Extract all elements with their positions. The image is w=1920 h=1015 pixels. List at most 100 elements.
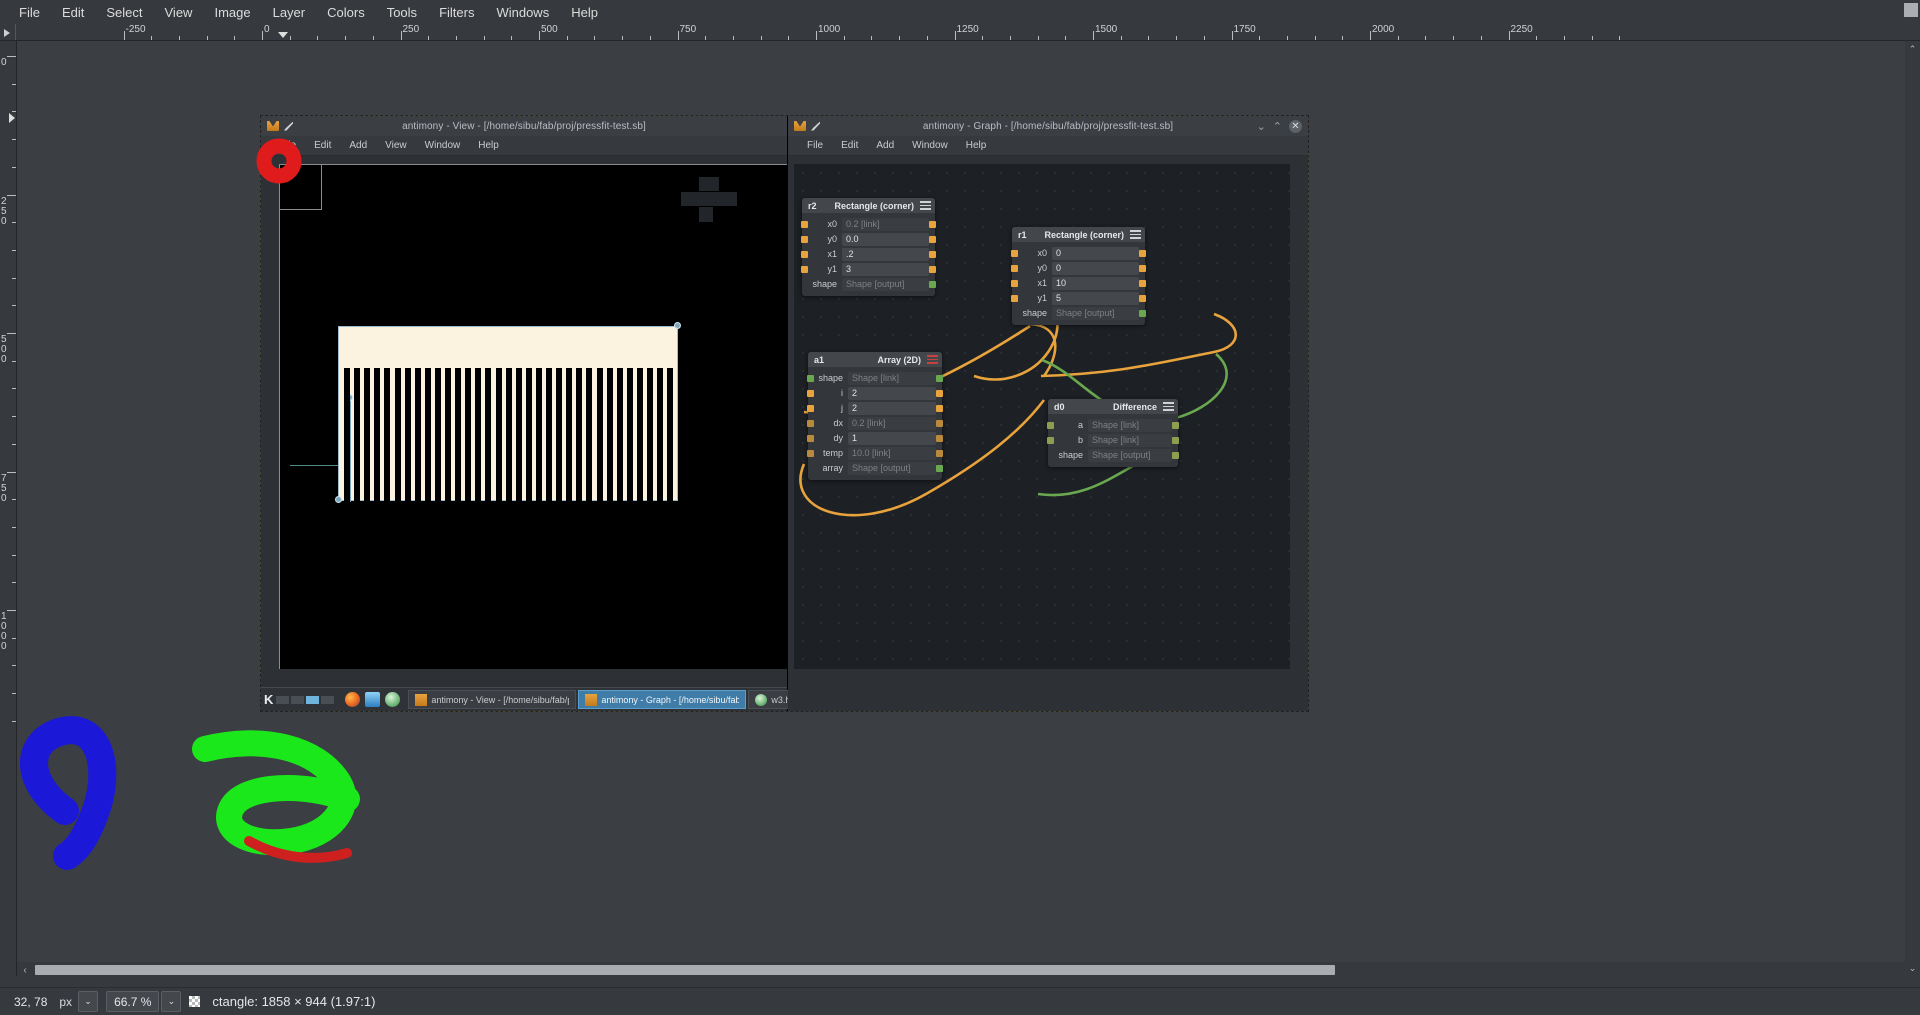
output-port-b[interactable] bbox=[1172, 436, 1179, 444]
node-row[interactable]: shape Shape [link] bbox=[807, 371, 943, 385]
node-row[interactable]: b Shape [link] bbox=[1047, 433, 1179, 447]
node-header-a1[interactable]: a1 Array (2D) bbox=[808, 352, 942, 367]
input-port-temp[interactable] bbox=[807, 449, 814, 457]
input-port-b[interactable] bbox=[1047, 436, 1054, 444]
node-header-r2[interactable]: r2 Rectangle (corner) bbox=[802, 198, 935, 213]
pager-cell-2[interactable] bbox=[291, 695, 305, 704]
node-row[interactable]: x1 10 bbox=[1011, 276, 1146, 290]
node-row[interactable]: shape Shape [output] bbox=[1048, 448, 1179, 462]
row-value-y0[interactable]: 0 bbox=[1052, 261, 1139, 275]
output-port-y0[interactable] bbox=[1139, 264, 1146, 272]
view-window-menu-view[interactable]: View bbox=[376, 138, 416, 153]
menu-view[interactable]: View bbox=[154, 2, 204, 23]
row-value-y1[interactable]: 3 bbox=[842, 262, 929, 276]
input-port-x1[interactable] bbox=[1011, 279, 1018, 287]
hscroll-thumb[interactable] bbox=[35, 965, 1335, 975]
node-row[interactable]: x0 0 bbox=[1011, 246, 1146, 260]
output-port-j[interactable] bbox=[936, 404, 943, 412]
node-header-r1[interactable]: r1 Rectangle (corner) bbox=[1012, 227, 1145, 242]
row-value-y0[interactable]: 0.0 bbox=[842, 232, 929, 246]
node-row[interactable]: y0 0.0 bbox=[801, 232, 936, 246]
taskbar-item-1[interactable]: antimony - Graph - [/home/sibu/fab/ bbox=[578, 690, 747, 709]
vertical-ruler[interactable]: 0 250 500 750 1000 bbox=[0, 41, 17, 976]
node-row[interactable]: y0 0 bbox=[1011, 261, 1146, 275]
node-a1[interactable]: a1 Array (2D) shape Shape [link] i 2 j 2 dx 0.2 [… bbox=[807, 352, 943, 480]
navigation-gizmo-icon[interactable] bbox=[681, 177, 737, 223]
output-port-shape[interactable] bbox=[936, 374, 943, 382]
graph-minimize-button[interactable]: ⌄ bbox=[1257, 120, 1266, 133]
node-row[interactable]: y1 3 bbox=[801, 262, 936, 276]
output-port-dy[interactable] bbox=[936, 434, 943, 442]
graph-window-menu-add[interactable]: Add bbox=[867, 138, 903, 153]
node-row[interactable]: y1 5 bbox=[1011, 291, 1146, 305]
node-r1[interactable]: r1 Rectangle (corner) x0 0 y0 0 x1 10 y1 5 shape Sh… bbox=[1011, 227, 1146, 325]
node-row[interactable]: j2 bbox=[807, 401, 943, 415]
output-port-x0[interactable] bbox=[1139, 249, 1146, 257]
row-value-x1[interactable]: 10 bbox=[1052, 276, 1139, 290]
gimp-canvas[interactable]: antimony - View - [/home/sibu/fab/proj/p… bbox=[17, 41, 1905, 976]
node-row[interactable]: array Shape [output] bbox=[808, 461, 943, 475]
node-r2[interactable]: r2 Rectangle (corner) x0 0.2 [link] y0 0.0 x1.… bbox=[801, 198, 936, 296]
graph-window-titlebar[interactable]: antimony - Graph - [/home/sibu/fab/proj/… bbox=[788, 116, 1308, 136]
taskbar-item-0[interactable]: antimony - View - [/home/sibu/fab/p bbox=[408, 690, 577, 709]
output-port-y0[interactable] bbox=[929, 235, 936, 243]
output-port-i[interactable] bbox=[936, 389, 943, 397]
antimony-view-window[interactable]: antimony - View - [/home/sibu/fab/proj/p… bbox=[261, 116, 1297, 714]
firefox-icon[interactable] bbox=[345, 692, 361, 707]
input-port-shape[interactable] bbox=[1011, 310, 1018, 317]
graph-window-menubar[interactable]: File Edit Add Window Help bbox=[788, 136, 1308, 156]
node-header-d0[interactable]: d0 Difference bbox=[1048, 399, 1178, 414]
input-port-shape[interactable] bbox=[807, 374, 814, 382]
input-port-y0[interactable] bbox=[1011, 264, 1018, 272]
graph-window-menu-help[interactable]: Help bbox=[957, 138, 996, 153]
output-port-y1[interactable] bbox=[1139, 294, 1146, 302]
node-row[interactable]: i2 bbox=[807, 386, 943, 400]
output-port-dx[interactable] bbox=[936, 419, 943, 427]
node-row[interactable]: dy 1 bbox=[807, 431, 943, 445]
view-window-menu-file[interactable]: File bbox=[271, 138, 305, 153]
graph-window-menu-window[interactable]: Window bbox=[903, 138, 957, 153]
scroll-down-arrow[interactable]: ⌄ bbox=[1905, 962, 1920, 974]
output-port-x1[interactable] bbox=[1139, 279, 1146, 287]
input-port-x0[interactable] bbox=[801, 220, 808, 228]
input-port-a[interactable] bbox=[1047, 421, 1054, 429]
menu-image[interactable]: Image bbox=[203, 2, 261, 23]
view-window-menu-edit[interactable]: Edit bbox=[305, 138, 340, 153]
desktop-taskbar[interactable]: K antimony - View - [/home/sibu/fab/p ant… bbox=[261, 686, 1297, 714]
node-row[interactable]: x1 .2 bbox=[801, 247, 936, 261]
zoom-dropdown[interactable]: ⌄ bbox=[161, 991, 182, 1012]
output-port-x0[interactable] bbox=[929, 220, 936, 228]
node-menu-icon[interactable] bbox=[927, 355, 938, 364]
menu-colors[interactable]: Colors bbox=[316, 2, 376, 23]
graph-window-menu-edit[interactable]: Edit bbox=[832, 138, 867, 153]
output-port-temp[interactable] bbox=[936, 449, 943, 457]
graph-maximize-button[interactable]: ⌃ bbox=[1273, 120, 1282, 133]
output-port-x1[interactable] bbox=[929, 250, 936, 258]
output-port-shape[interactable] bbox=[929, 280, 936, 288]
node-menu-icon[interactable] bbox=[920, 201, 931, 210]
input-port-dy[interactable] bbox=[807, 434, 814, 442]
node-menu-icon[interactable] bbox=[1130, 230, 1141, 239]
output-port-shape[interactable] bbox=[1172, 451, 1179, 459]
canvas-vertical-scrollbar[interactable]: ⌃ ⌄ bbox=[1905, 41, 1920, 976]
node-d0[interactable]: d0 Difference a Shape [link] b Shape [link] sh… bbox=[1047, 399, 1179, 467]
input-port-j[interactable] bbox=[807, 404, 814, 412]
quick-mask-icon[interactable] bbox=[1904, 3, 1918, 17]
unit-dropdown[interactable]: ⌄ bbox=[78, 991, 99, 1012]
view-window-menu-add[interactable]: Add bbox=[340, 138, 376, 153]
anchor-top-right[interactable] bbox=[674, 322, 681, 329]
row-value-x0[interactable]: 0 bbox=[1052, 246, 1139, 260]
pager-cell-4[interactable] bbox=[321, 695, 335, 704]
output-port-array[interactable] bbox=[936, 464, 943, 472]
row-value-i[interactable]: 2 bbox=[848, 386, 936, 400]
anchor-origin[interactable] bbox=[335, 496, 342, 503]
desktop-pager[interactable] bbox=[276, 695, 335, 704]
menu-windows[interactable]: Windows bbox=[485, 2, 560, 23]
canvas-horizontal-scrollbar[interactable]: ‹ bbox=[17, 962, 1905, 978]
view-window-menu-help[interactable]: Help bbox=[469, 138, 508, 153]
menu-edit[interactable]: Edit bbox=[51, 2, 95, 23]
input-port-y0[interactable] bbox=[801, 235, 808, 243]
antimony-graph-window[interactable]: antimony - Graph - [/home/sibu/fab/proj/… bbox=[788, 116, 1308, 711]
view-window-titlebar[interactable]: antimony - View - [/home/sibu/fab/proj/p… bbox=[261, 116, 787, 136]
menu-select[interactable]: Select bbox=[95, 2, 153, 23]
